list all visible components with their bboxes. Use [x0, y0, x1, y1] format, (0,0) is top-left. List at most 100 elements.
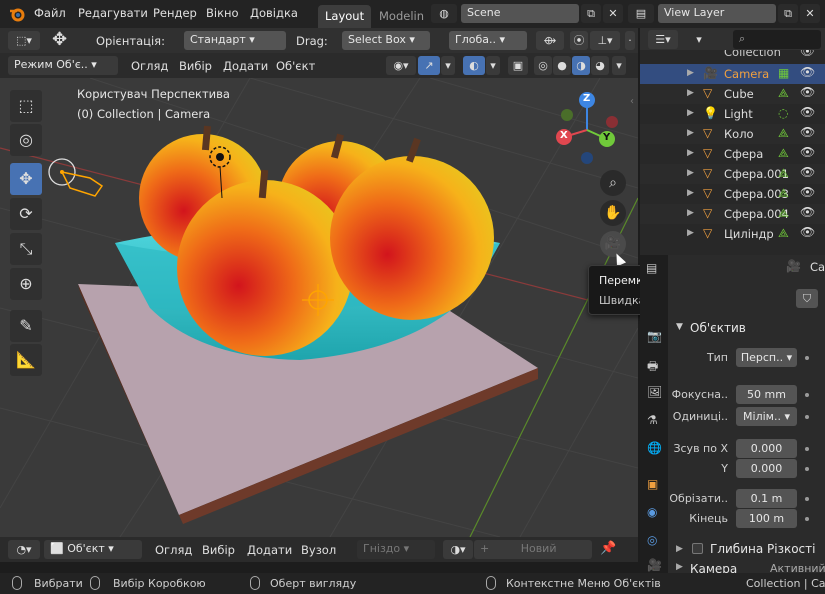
- clip-start-field[interactable]: 0.1 m: [736, 489, 797, 508]
- render-tab-icon[interactable]: 📷: [647, 329, 662, 343]
- camera-panel-header[interactable]: ▶ Камера Активний: [670, 562, 825, 573]
- pivot-icon[interactable]: ⟴: [536, 31, 564, 50]
- object-menu[interactable]: Об'єкт: [276, 59, 315, 73]
- object-data-icon[interactable]: ▦: [778, 66, 789, 80]
- rendered-shading-icon[interactable]: ◕: [591, 56, 609, 75]
- object-data-icon[interactable]: ⟁: [778, 186, 789, 201]
- object-data-icon[interactable]: ⟁: [778, 126, 789, 141]
- menu-help[interactable]: Довідка: [250, 6, 298, 20]
- focal-keyframe-dot[interactable]: [805, 393, 809, 397]
- shift-x-keyframe-dot[interactable]: [805, 447, 809, 451]
- bottom-view-menu[interactable]: Огляд: [155, 543, 192, 557]
- scene-icon[interactable]: ◍: [431, 4, 457, 23]
- shader-mode-dropdown[interactable]: ⬜ Об'єкт ▾: [44, 540, 142, 559]
- solid-shading-icon[interactable]: ●: [553, 56, 571, 75]
- delete-scene-icon[interactable]: ✕: [603, 4, 623, 23]
- menu-window[interactable]: Вікно: [206, 6, 239, 20]
- select-box-tool[interactable]: ⬚: [10, 90, 42, 122]
- world-tab-icon[interactable]: 🌐: [647, 441, 662, 455]
- snap-icon[interactable]: ⦿: [570, 31, 588, 50]
- clip-start-keyframe-dot[interactable]: [805, 497, 809, 501]
- visibility-eye-icon[interactable]: 👁: [800, 225, 815, 239]
- add-menu[interactable]: Додати: [223, 59, 268, 73]
- measure-tool[interactable]: 📐: [10, 344, 42, 376]
- expand-arrow-icon[interactable]: ▶: [687, 148, 694, 158]
- shift-y-field[interactable]: 0.000: [736, 459, 797, 478]
- outliner-row[interactable]: ▶ 🎥 Camera ▦ 👁: [640, 64, 825, 84]
- shading-dropdown-icon[interactable]: ▾: [612, 56, 626, 75]
- outliner-row[interactable]: ▶ ▽ Сфера.004 ⟁ 👁: [640, 204, 825, 224]
- outliner-row[interactable]: ▶ ▽ Коло ⟁ 👁: [640, 124, 825, 144]
- transform-tool[interactable]: ⊕: [10, 268, 42, 300]
- outliner-search-input[interactable]: ⌕: [733, 30, 821, 49]
- gizmo-toggle-icon[interactable]: ↗: [418, 56, 440, 75]
- view-menu[interactable]: Огляд: [131, 59, 168, 73]
- pan-hand-icon[interactable]: ✋: [600, 200, 626, 226]
- move-tool[interactable]: ✥: [10, 163, 42, 195]
- bottom-add-menu[interactable]: Додати: [247, 543, 292, 557]
- outliner-collection-row[interactable]: Collection 👁: [640, 50, 825, 62]
- expand-arrow-icon[interactable]: ▶: [687, 168, 694, 178]
- snap-target-icon[interactable]: ⊥▾: [590, 31, 620, 50]
- menu-file[interactable]: Файл: [34, 6, 66, 20]
- object-data-icon[interactable]: ⟁: [778, 166, 789, 181]
- lens-panel-header[interactable]: ▼ Об'єктив: [670, 319, 825, 339]
- clip-end-field[interactable]: 100 m: [736, 509, 797, 528]
- shift-y-keyframe-dot[interactable]: [805, 467, 809, 471]
- visibility-eye-icon[interactable]: 👁: [800, 65, 815, 79]
- 3d-viewport[interactable]: Користувач Перспектива (0) Collection | …: [0, 78, 638, 537]
- annotate-tool[interactable]: ✎: [10, 310, 42, 342]
- gizmo-dropdown-icon[interactable]: ▾: [441, 56, 455, 75]
- type-dropdown[interactable]: Персп.. ▾: [736, 348, 797, 367]
- expand-arrow-icon[interactable]: ▶: [687, 88, 694, 98]
- menu-edit[interactable]: Редагувати: [78, 6, 148, 20]
- outliner-filter-icon[interactable]: ▾: [692, 30, 706, 49]
- overlays-dropdown-icon[interactable]: ▾: [486, 56, 500, 75]
- editor-type-icon[interactable]: ◔▾: [8, 540, 40, 559]
- overlays-icon[interactable]: ◐: [463, 56, 485, 75]
- object-data-icon[interactable]: ⟁: [778, 146, 789, 161]
- select-mode-icon[interactable]: ⬚▾: [8, 31, 40, 50]
- slot-dropdown[interactable]: Гніздо ▾: [357, 540, 435, 559]
- outliner-row[interactable]: ▶ ▽ Сфера.001 ⟁ 👁: [640, 164, 825, 184]
- visibility-icon[interactable]: ◉▾: [386, 56, 416, 75]
- object-data-icon[interactable]: ◌: [778, 106, 788, 120]
- clip-end-keyframe-dot[interactable]: [805, 517, 809, 521]
- new-scene-icon[interactable]: ⧉: [581, 4, 601, 23]
- blender-logo-icon[interactable]: [8, 5, 26, 23]
- visibility-eye-icon[interactable]: 👁: [800, 85, 815, 99]
- mode-dropdown[interactable]: Режим Об'є.. ▾: [8, 56, 118, 75]
- visibility-eye-icon[interactable]: 👁: [800, 125, 815, 139]
- tab-layout[interactable]: Layout: [318, 5, 372, 28]
- outliner-row[interactable]: ▶ ▽ Сфера ⟁ 👁: [640, 144, 825, 164]
- delete-view-layer-icon[interactable]: ✕: [800, 4, 820, 23]
- visibility-eye-icon[interactable]: 👁: [800, 145, 815, 159]
- visibility-eye-icon[interactable]: 👁: [800, 205, 815, 219]
- object-data-icon[interactable]: ⟁: [778, 86, 789, 101]
- visibility-eye-icon[interactable]: 👁: [800, 105, 815, 119]
- expand-arrow-icon[interactable]: ▶: [687, 68, 694, 78]
- cursor-tool[interactable]: ◎: [10, 124, 42, 156]
- orientation-dropdown[interactable]: Стандарт ▾: [184, 31, 286, 50]
- expand-arrow-icon[interactable]: ▶: [687, 108, 694, 118]
- bottom-select-menu[interactable]: Вибір: [202, 543, 235, 557]
- focal-length-field[interactable]: 50 mm: [736, 385, 797, 404]
- object-data-icon[interactable]: ⟁: [778, 206, 789, 221]
- rotate-tool[interactable]: ⟳: [10, 198, 42, 230]
- wireframe-shading-icon[interactable]: ◎: [534, 56, 552, 75]
- outliner-row[interactable]: ▶ 💡 Light ◌ 👁: [640, 104, 825, 124]
- material-shading-icon[interactable]: ◑: [572, 56, 590, 75]
- expand-arrow-icon[interactable]: ▶: [687, 208, 694, 218]
- view-layer-icon[interactable]: ▤: [628, 4, 654, 23]
- outliner-row[interactable]: ▶ ▽ Cube ⟁ 👁: [640, 84, 825, 104]
- expand-arrow-icon[interactable]: ▶: [687, 188, 694, 198]
- scene-tab-icon[interactable]: ⚗: [647, 413, 658, 427]
- shift-x-field[interactable]: 0.000: [736, 439, 797, 458]
- properties-editor-icon[interactable]: ▤: [646, 261, 657, 275]
- sidebar-toggle-icon[interactable]: ‹: [630, 96, 634, 107]
- outliner-row[interactable]: ▶ ▽ Сфера.003 ⟁ 👁: [640, 184, 825, 204]
- material-icon[interactable]: ◑▾: [443, 540, 473, 559]
- view-layer-tab-icon[interactable]: 🖼: [647, 385, 662, 399]
- transform-orientation-dropdown[interactable]: Глоба.. ▾: [449, 31, 527, 50]
- view-layer-field[interactable]: View Layer: [658, 4, 776, 23]
